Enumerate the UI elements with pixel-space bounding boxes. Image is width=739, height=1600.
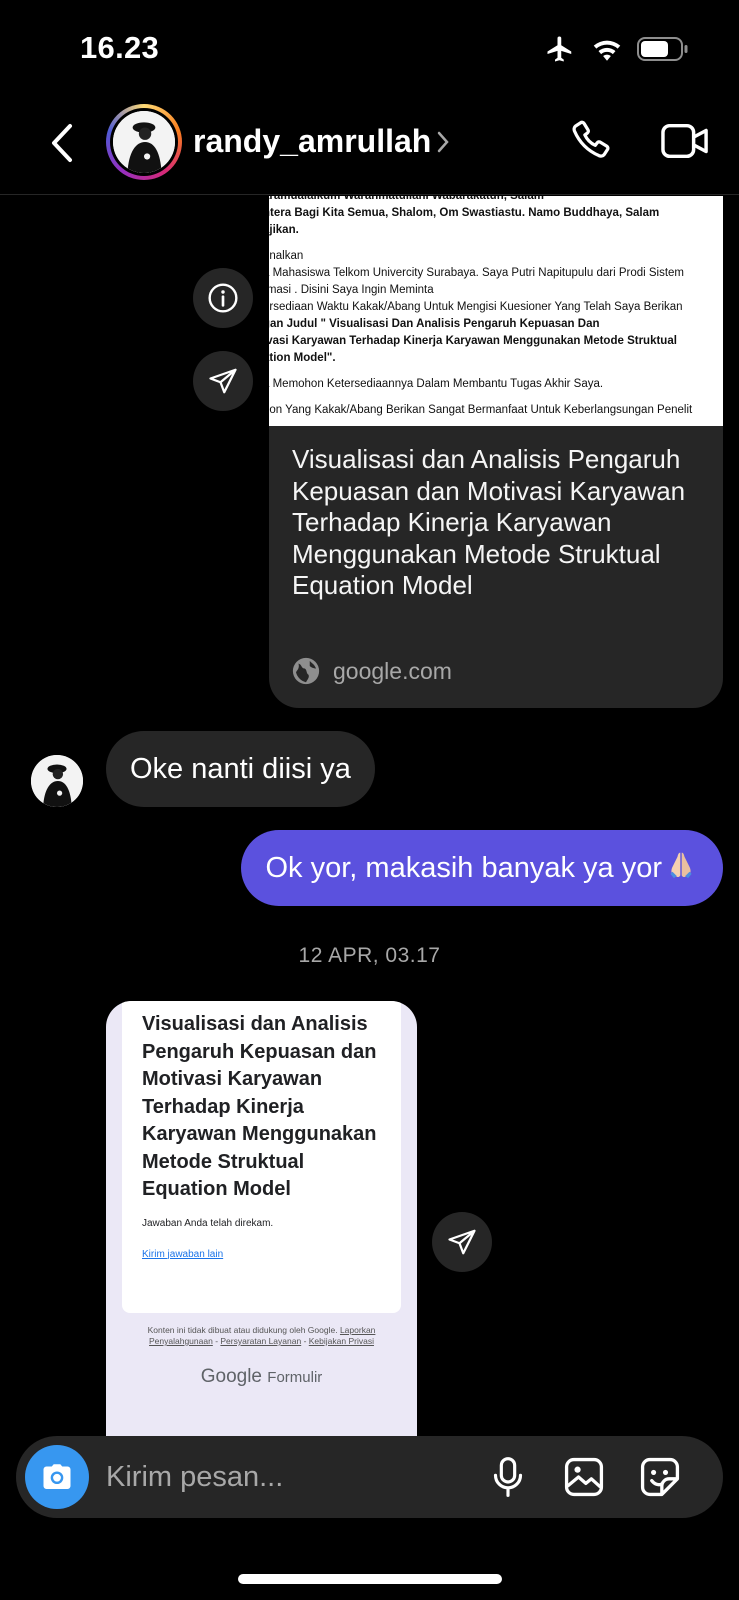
back-button[interactable]: [42, 118, 82, 168]
send-icon: [209, 368, 237, 394]
form-footer-privacy-link: Kebijakan Privasi: [308, 1336, 374, 1346]
globe-icon: [292, 657, 320, 685]
preview-line: ivasi Karyawan Terhadap Kinerja Karyawan…: [269, 335, 677, 347]
preview-line: htera Bagi Kita Semua, Shalom, Om Swasti…: [269, 207, 660, 219]
preview-line: a Memohon Ketersediaannya Dalam Membantu…: [269, 378, 604, 390]
form-content: Visualisasi dan Analisis Pengaruh Kepuas…: [122, 1001, 401, 1313]
microphone-icon: [493, 1457, 523, 1497]
link-preview-image: aramualaikum Warahmatullahi Wabarakatuh,…: [269, 196, 723, 426]
preview-line: bon Yang Kakak/Abang Berikan Sangat Berm…: [269, 404, 693, 416]
status-bar: 16.23: [0, 0, 739, 96]
audio-call-button[interactable]: [568, 116, 618, 166]
phone-icon: [572, 120, 610, 158]
google-formulir-logo: Google Formulir: [106, 1366, 417, 1388]
form-screenshot-card[interactable]: Visualisasi dan Analisis Pengaruh Kepuas…: [106, 1001, 417, 1441]
preview-line: a Mahasiswa Telkom Univercity Surabaya. …: [269, 267, 685, 279]
form-footer-text: Konten ini tidak dibuat atau didukung ol…: [147, 1325, 338, 1335]
shared-link-card[interactable]: aramualaikum Warahmatullahi Wabarakatuh,…: [269, 196, 723, 708]
status-time: 16.23: [80, 30, 160, 65]
battery-icon: [637, 37, 688, 61]
link-domain-text: google.com: [333, 657, 452, 684]
preview-line: rmasi . Disini Saya Ingin Meminta: [269, 284, 434, 296]
avatar-image: [31, 755, 83, 807]
send-icon: [448, 1229, 476, 1255]
form-recorded-text: Jawaban Anda telah direkam.: [142, 1217, 274, 1229]
preview-line: ersediaan Waktu Kakak/Abang Untuk Mengis…: [269, 301, 683, 313]
sticker-icon: [640, 1457, 680, 1497]
formulir-wordmark: Formulir: [267, 1369, 323, 1386]
chat-username[interactable]: randy_amrullah: [193, 123, 431, 160]
date-separator: 12 APR, 03.17: [298, 944, 441, 967]
video-icon: [661, 123, 708, 159]
info-button[interactable]: [193, 268, 253, 328]
preview-line: ation Model".: [269, 352, 336, 364]
profile-avatar[interactable]: [106, 104, 182, 180]
chevron-right-icon[interactable]: [436, 129, 450, 155]
message-incoming[interactable]: Oke nanti diisi ya: [106, 731, 375, 807]
camera-icon: [43, 1464, 71, 1489]
preview-line: aramualaikum Warahmatullahi Wabarakatuh,…: [269, 196, 544, 202]
preview-line: gan Judul " Visualisasi Dan Analisis Pen…: [269, 318, 600, 330]
form-title: Visualisasi dan Analisis Pengaruh Kepuas…: [142, 1013, 377, 1200]
preview-line: enalkan: [269, 250, 304, 262]
avatar-image: [113, 111, 175, 173]
folded-hands-icon: [670, 852, 692, 879]
form-footer: Konten ini tidak dibuat atau didukung ol…: [147, 1325, 376, 1346]
link-title: Visualisasi dan Analisis Pengaruh Kepuas…: [292, 444, 686, 600]
gallery-button[interactable]: [560, 1453, 608, 1501]
message-input[interactable]: [106, 1454, 466, 1500]
status-icons: [543, 34, 689, 64]
chat-header: randy_amrullah: [0, 96, 739, 195]
form-another-response-link: Kirim jawaban lain: [142, 1248, 224, 1260]
message-outgoing-text: Ok yor, makasih banyak ya yor: [265, 852, 663, 884]
camera-button[interactable]: [25, 1445, 89, 1509]
share-button[interactable]: [193, 351, 253, 411]
sticker-button[interactable]: [636, 1453, 684, 1501]
info-icon: [208, 283, 238, 313]
airplane-icon: [547, 36, 572, 62]
voice-message-button[interactable]: [484, 1453, 532, 1501]
back-icon: [52, 124, 72, 162]
share-button[interactable]: [432, 1212, 492, 1272]
preview-line: ajikan.: [269, 224, 299, 236]
gallery-icon: [564, 1457, 604, 1497]
home-indicator[interactable]: [238, 1574, 502, 1584]
form-footer-terms-link: Persyaratan Layanan: [220, 1336, 302, 1346]
wifi-icon: [593, 40, 621, 61]
video-call-button[interactable]: [660, 118, 710, 164]
message-outgoing[interactable]: Ok yor, makasih banyak ya yor: [240, 830, 723, 906]
sender-avatar[interactable]: [31, 755, 83, 807]
google-wordmark: Google: [200, 1366, 262, 1387]
message-composer: [16, 1436, 723, 1518]
link-domain: google.com: [291, 656, 452, 686]
